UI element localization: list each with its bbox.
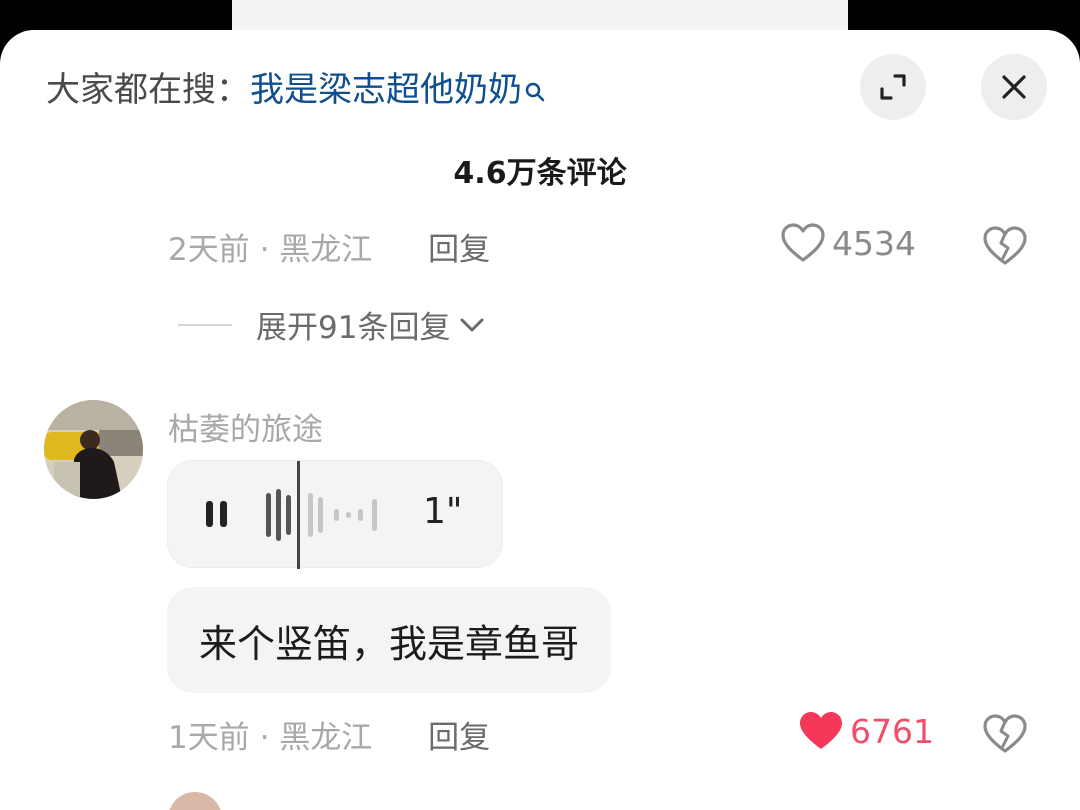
waveform-icon <box>266 461 377 569</box>
expand-button[interactable] <box>860 54 926 120</box>
meta-separator: · <box>259 232 280 268</box>
comment-username[interactable]: 枯萎的旅途 <box>168 404 323 449</box>
voice-duration: 1" <box>423 491 463 532</box>
expand-replies-button[interactable]: 展开91条回复 <box>178 302 486 347</box>
like-count: 4534 <box>832 223 916 263</box>
comment-time: 1天前 <box>168 720 250 756</box>
avatar[interactable] <box>44 400 143 499</box>
search-prefix: 大家都在搜： <box>46 70 250 110</box>
comment-text: 来个竖笛，我是章鱼哥 <box>167 587 612 693</box>
comment-meta: 1天前 · 黑龙江 回复 <box>168 712 490 757</box>
expand-icon <box>880 74 906 100</box>
comment-location: 黑龙江 <box>279 232 373 268</box>
like-button[interactable]: 6761 <box>798 711 934 751</box>
broken-heart-icon <box>983 714 1027 753</box>
next-comment-username[interactable]: 三 L <box>244 800 297 810</box>
comment-time: 2天前 <box>168 232 250 268</box>
pause-icon[interactable] <box>204 499 230 529</box>
search-suggestion[interactable]: 大家都在搜：我是梁志超他奶奶 <box>46 68 546 114</box>
expand-replies-label: 展开91条回复 <box>256 310 451 346</box>
reply-button[interactable]: 回复 <box>428 720 490 756</box>
search-icon <box>524 70 546 114</box>
broken-heart-icon <box>983 226 1027 265</box>
comment-location: 黑龙江 <box>279 720 373 756</box>
search-query-link[interactable]: 我是梁志超他奶奶 <box>250 70 522 110</box>
video-preview <box>232 0 848 34</box>
chevron-down-icon <box>460 318 484 331</box>
voice-message[interactable]: 1" <box>167 460 503 569</box>
heart-outline-icon <box>781 223 825 262</box>
divider-line <box>178 323 232 326</box>
dislike-button[interactable] <box>982 714 1028 758</box>
like-count: 6761 <box>850 711 934 751</box>
dislike-button[interactable] <box>982 226 1028 270</box>
close-icon <box>1002 75 1026 99</box>
comment-count: 4.6万条评论 <box>453 156 627 191</box>
previous-comment-meta: 2天前 · 黑龙江 回复 <box>168 224 490 269</box>
next-comment-avatar[interactable] <box>168 792 222 810</box>
reply-button[interactable]: 回复 <box>428 232 490 268</box>
comments-sheet: 大家都在搜：我是梁志超他奶奶 4.6万条评论 2天前 · 黑龙江 回复 4534 <box>0 30 1080 810</box>
close-button[interactable] <box>981 54 1047 120</box>
meta-separator: · <box>259 720 280 756</box>
heart-filled-icon <box>800 712 842 749</box>
like-button[interactable]: 4534 <box>780 223 916 263</box>
